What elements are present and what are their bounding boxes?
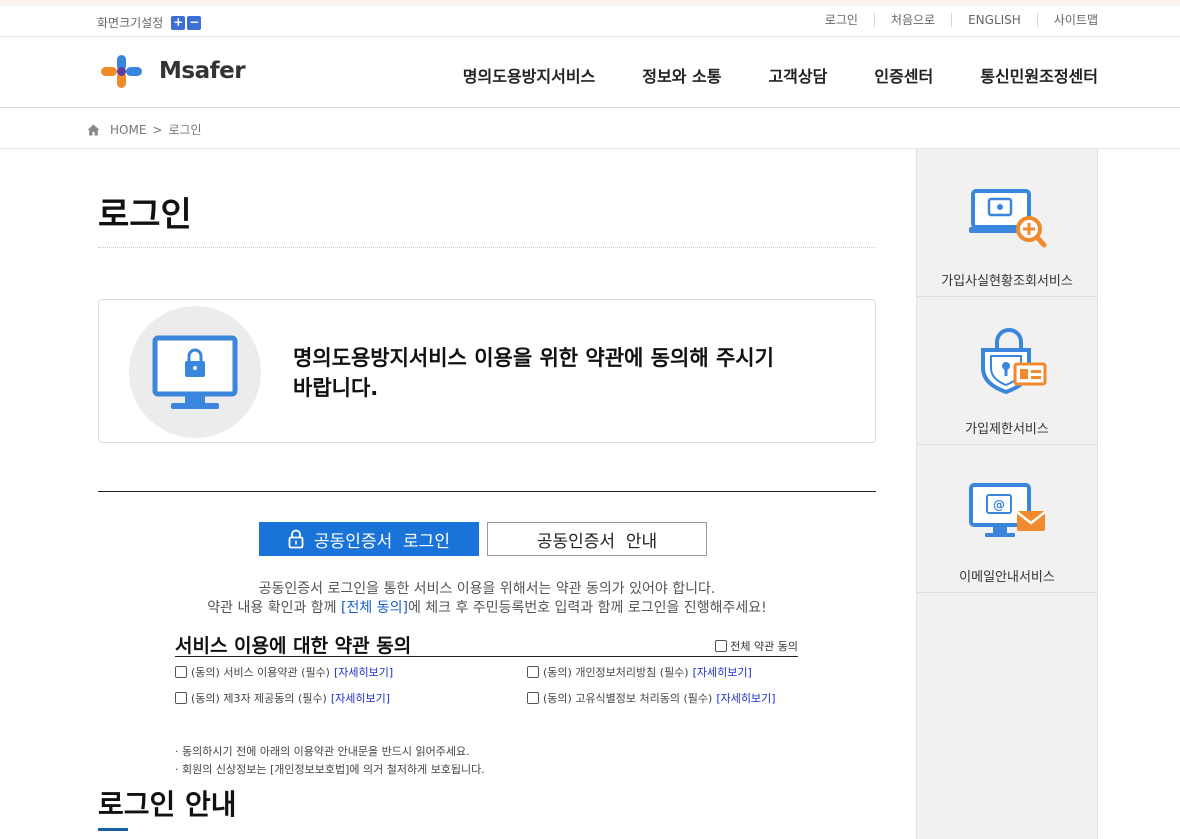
- term-third-party[interactable]: (동의) 제3자 제공동의 (필수) [자세히보기]: [175, 690, 390, 706]
- nav-item-mediation[interactable]: 통신민원조정센터: [980, 63, 1098, 87]
- title-divider: [98, 247, 876, 248]
- term-privacy-checkbox[interactable]: [527, 666, 539, 678]
- description-text: 에 체크 후 주민등록번호 입력과 함께 로그인을 진행해주세요!: [407, 600, 767, 616]
- all-agree-checkbox-box[interactable]: [715, 640, 728, 652]
- term-unique-id[interactable]: (동의) 고유식별정보 처리동의 (필수) [자세히보기]: [527, 690, 776, 706]
- term-privacy-detail-link[interactable]: [자세히보기]: [693, 664, 752, 680]
- term-service-checkbox[interactable]: [175, 666, 187, 678]
- util-link-login[interactable]: 로그인: [809, 13, 874, 27]
- nav-item-support[interactable]: 고객상담: [768, 63, 827, 87]
- term-third-party-checkbox[interactable]: [175, 692, 187, 704]
- aside-item-subscription-limit[interactable]: 가입제한서비스: [917, 297, 1097, 445]
- term-service[interactable]: (동의) 서비스 이용약관 (필수) [자세히보기]: [175, 664, 393, 680]
- section-divider: [98, 491, 876, 492]
- nav-item-info[interactable]: 정보와 소통: [642, 63, 721, 87]
- tab-certificate-login-label: 공동인증서 로그인: [314, 531, 450, 552]
- breadcrumb-separator: >: [152, 122, 163, 137]
- aside-item-subscription-check-label: 가입사실현황조회서비스: [941, 274, 1073, 289]
- description-line-2: 약관 내용 확인과 함께 [전체 동의]에 체크 후 주민등록번호 입력과 함께…: [98, 599, 876, 618]
- tab-certificate-guide[interactable]: 공동인증서 안내: [487, 522, 707, 556]
- nav-item-certificate[interactable]: 인증센터: [874, 63, 933, 87]
- quick-service-aside: 가입사실현황조회서비스 가입제한서비스 @ 이메일안내서비스: [916, 149, 1098, 839]
- breadcrumb: HOME > 로그인: [0, 108, 1180, 149]
- util-link-sitemap[interactable]: 사이트맵: [1036, 13, 1098, 27]
- nav-item-identity-protection[interactable]: 명의도용방지서비스: [463, 63, 595, 87]
- font-size-label: 화면크기설정: [97, 16, 164, 30]
- term-privacy-label: (동의) 개인정보처리방침 (필수): [543, 666, 689, 679]
- msafer-logo-icon: [101, 55, 142, 88]
- notice-line-1: 명의도용방지서비스 이용을 위한 약관에 동의해 주시기: [293, 346, 774, 370]
- term-third-party-label: (동의) 제3자 제공동의 (필수): [191, 692, 327, 705]
- term-service-detail-link[interactable]: [자세히보기]: [334, 664, 393, 680]
- breadcrumb-home[interactable]: HOME: [110, 123, 146, 137]
- breadcrumb-current: 로그인: [168, 123, 202, 137]
- tab-certificate-guide-label: 공동인증서 안내: [536, 531, 658, 552]
- all-agree-highlight: [전체 동의]: [341, 600, 408, 616]
- terms-header: 서비스 이용에 대한 약관 동의 전체 약관 동의: [175, 631, 798, 657]
- all-agree-label: 전체 약관 동의: [730, 640, 798, 653]
- description-line-1: 공동인증서 로그인을 통한 서비스 이용을 위해서는 약관 동의가 있어야 합니…: [258, 581, 716, 597]
- lock-icon: [288, 529, 304, 549]
- util-link-home[interactable]: 처음으로: [873, 13, 951, 27]
- term-service-label: (동의) 서비스 이용약관 (필수): [191, 666, 330, 679]
- home-icon[interactable]: [87, 124, 100, 136]
- logo-text: Msafer: [159, 58, 246, 84]
- shield-lock-icon: [981, 328, 1047, 395]
- header: Msafer 명의도용방지서비스 정보와 소통 고객상담 인증센터 통신민원조정…: [0, 37, 1180, 108]
- notice-box: 명의도용방지서비스 이용을 위한 약관에 동의해 주시기 바랍니다.: [98, 299, 876, 443]
- section-login-guide-title: 로그인 안내: [98, 788, 237, 821]
- logo[interactable]: Msafer: [97, 52, 246, 90]
- terms-agreement: 서비스 이용에 대한 약관 동의 전체 약관 동의 (동의) 서비스 이용약관 …: [175, 631, 798, 776]
- section-title-underline: [98, 828, 128, 831]
- notice-line-2: 바랍니다.: [293, 376, 379, 400]
- term-privacy[interactable]: (동의) 개인정보처리방침 (필수) [자세히보기]: [527, 664, 752, 680]
- notice-text: 명의도용방지서비스 이용을 위한 약관에 동의해 주시기 바랍니다.: [293, 343, 853, 403]
- terms-note-1: · 동의하시기 전에 아래의 이용약관 안내문을 반드시 읽어주세요.: [175, 745, 470, 758]
- aside-item-subscription-limit-label: 가입제한서비스: [965, 422, 1049, 437]
- font-size-increase-button[interactable]: +: [171, 15, 186, 30]
- monitor-lock-icon: [152, 335, 238, 409]
- term-unique-id-checkbox[interactable]: [527, 692, 539, 704]
- terms-note-2: · 회원의 신상정보는 [개인정보보호법]에 의거 철저하게 보호됩니다.: [175, 763, 485, 776]
- monitor-mail-icon: @: [969, 483, 1046, 537]
- font-size-decrease-button[interactable]: −: [187, 15, 202, 30]
- page-title: 로그인: [98, 195, 192, 235]
- description-text: 약관 내용 확인과 함께: [207, 600, 342, 616]
- all-agree-checkbox[interactable]: 전체 약관 동의: [715, 638, 798, 654]
- aside-item-email-notice[interactable]: @ 이메일안내서비스: [917, 445, 1097, 593]
- global-nav: 명의도용방지서비스 정보와 소통 고객상담 인증센터 통신민원조정센터: [416, 63, 1098, 87]
- notice-icon-circle: [129, 306, 261, 438]
- aside-item-subscription-check[interactable]: 가입사실현황조회서비스: [917, 149, 1097, 297]
- font-size-control: 화면크기설정 + −: [97, 14, 202, 31]
- util-link-english[interactable]: ENGLISH: [951, 13, 1037, 27]
- login-description: 공동인증서 로그인을 통한 서비스 이용을 위해서는 약관 동의가 있어야 합니…: [98, 580, 876, 618]
- utility-links: 로그인 처음으로 ENGLISH 사이트맵: [809, 13, 1098, 27]
- terms-notes: · 동의하시기 전에 아래의 이용약관 안내문을 반드시 읽어주세요. · 회원…: [175, 743, 485, 779]
- aside-item-email-notice-label: 이메일안내서비스: [959, 570, 1055, 585]
- terms-title: 서비스 이용에 대한 약관 동의: [175, 635, 412, 657]
- term-third-party-detail-link[interactable]: [자세히보기]: [331, 690, 390, 706]
- svg-text:@: @: [993, 498, 1005, 512]
- tab-certificate-login[interactable]: 공동인증서 로그인: [259, 522, 479, 556]
- term-unique-id-label: (동의) 고유식별정보 처리동의 (필수): [543, 692, 713, 705]
- term-unique-id-detail-link[interactable]: [자세히보기]: [716, 690, 775, 706]
- laptop-search-icon: [969, 189, 1047, 248]
- utility-bar: 화면크기설정 + − 로그인 처음으로 ENGLISH 사이트맵: [0, 6, 1180, 37]
